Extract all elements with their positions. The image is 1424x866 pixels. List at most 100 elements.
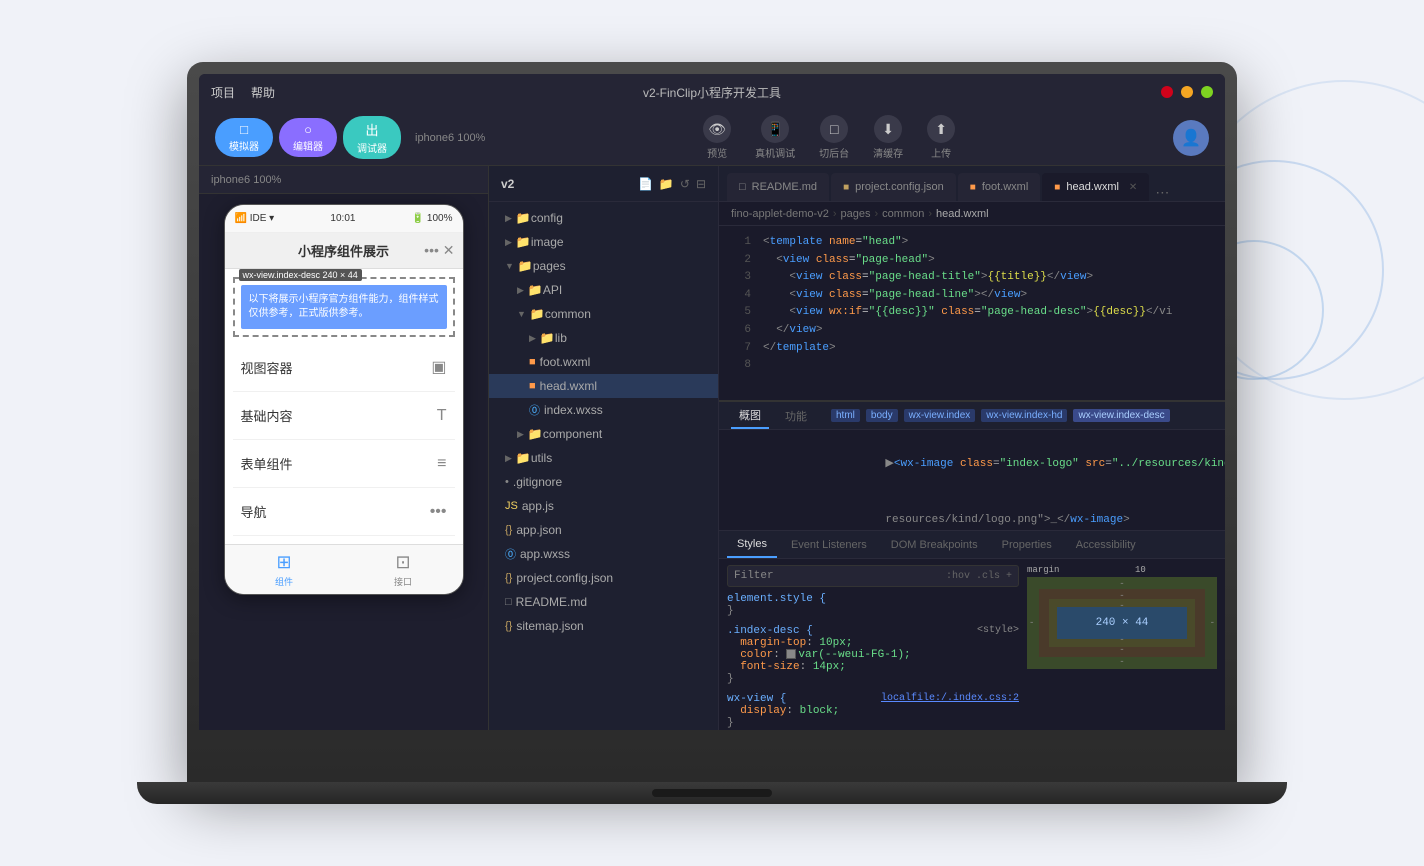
menu-item-1[interactable]: 基础内容 T bbox=[233, 392, 455, 440]
tree-item-gitignore[interactable]: • .gitignore bbox=[489, 470, 718, 494]
breadcrumb-sep-3: › bbox=[928, 208, 932, 220]
tab-more-icon[interactable]: ⋯ bbox=[1155, 184, 1169, 201]
bm-content-size: 240 × 44 bbox=[1096, 617, 1149, 629]
css-selector-wxview: wx-view { localfile:/.index.css:2 bbox=[727, 693, 1019, 705]
filetree-collapse-icon[interactable]: ⊟ bbox=[696, 177, 706, 191]
tree-item-lib[interactable]: ▶ 📁 lib bbox=[489, 326, 718, 350]
preview-panel: iphone6 100% 📶 IDE ▾ 10:01 🔋 100% 小程序组件展… bbox=[199, 166, 489, 730]
breadcrumb-current: head.wxml bbox=[936, 208, 989, 220]
background-label: 切后台 bbox=[819, 145, 849, 160]
tree-label-lib: lib bbox=[555, 331, 567, 345]
phone-frame: 📶 IDE ▾ 10:01 🔋 100% 小程序组件展示 ••• ✕ wx- bbox=[199, 194, 488, 730]
phone-statusbar: 📶 IDE ▾ 10:01 🔋 100% bbox=[225, 205, 463, 233]
tree-label-config: config bbox=[531, 211, 563, 225]
component-tag-label: wx-view.index-desc 240 × 44 bbox=[239, 269, 362, 281]
tree-label-head-wxml: head.wxml bbox=[540, 379, 597, 393]
menu-item-label-3: 导航 bbox=[241, 502, 267, 521]
upload-action[interactable]: ⬆ 上传 bbox=[927, 115, 955, 160]
device-debug-label: 真机调试 bbox=[755, 145, 795, 160]
editor-panel: □ README.md ■ project.config.json ■ foot… bbox=[719, 166, 1225, 730]
html-view[interactable]: ▶<wx-image class="index-logo" src="../re… bbox=[719, 430, 1225, 530]
tree-item-appjs[interactable]: JS app.js bbox=[489, 494, 718, 518]
filetree-new-folder-icon[interactable]: 📁 bbox=[659, 177, 674, 191]
filetree-new-file-icon[interactable]: 📄 bbox=[638, 177, 653, 191]
bottom-nav-components[interactable]: ⊞ 组件 bbox=[275, 552, 293, 588]
preview-action[interactable]: 👁 预览 bbox=[703, 115, 731, 160]
element-tag-wx-view-index[interactable]: wx-view.index bbox=[904, 409, 976, 422]
background-action[interactable]: □ 切后台 bbox=[819, 115, 849, 160]
win-max-btn[interactable] bbox=[1201, 86, 1213, 98]
filetree-content: ▶ 📁 config ▶ 📁 image ▼ bbox=[489, 202, 718, 730]
menu-item-0[interactable]: 视图容器 ▣ bbox=[233, 343, 455, 392]
tree-item-image[interactable]: ▶ 📁 image bbox=[489, 230, 718, 254]
tree-label-gitignore: .gitignore bbox=[513, 475, 562, 489]
simulator-btn[interactable]: □ 模拟器 bbox=[215, 118, 273, 157]
preview-header: iphone6 100% bbox=[199, 166, 488, 194]
menu-item-2[interactable]: 表单组件 ≡ bbox=[233, 440, 455, 488]
box-model-label: margin 10 bbox=[1027, 565, 1217, 575]
tab-dom-breakpoints[interactable]: DOM Breakpoints bbox=[881, 531, 988, 558]
phone-bottom-nav: ⊞ 组件 ⊡ 接口 bbox=[225, 544, 463, 594]
clear-cache-action[interactable]: ⬇ 清缓存 bbox=[873, 115, 903, 160]
tree-item-appjson[interactable]: {} app.json bbox=[489, 518, 718, 542]
tab-foot-wxml[interactable]: ■ foot.wxml bbox=[958, 173, 1041, 201]
tree-item-sitemap[interactable]: {} sitemap.json bbox=[489, 614, 718, 638]
tree-item-projectconfig[interactable]: {} project.config.json bbox=[489, 566, 718, 590]
device-debug-icon: 📱 bbox=[761, 115, 789, 143]
tree-item-component[interactable]: ▶ 📁 component bbox=[489, 422, 718, 446]
tree-arrow-config: ▶ bbox=[505, 213, 512, 224]
debugger-btn[interactable]: 出 调试器 bbox=[343, 116, 401, 159]
file-icon-projectconfig: {} bbox=[505, 572, 512, 584]
tab-properties[interactable]: Properties bbox=[992, 531, 1062, 558]
win-close-btn[interactable] bbox=[1161, 86, 1173, 98]
filetree-refresh-icon[interactable]: ↺ bbox=[680, 177, 690, 191]
win-min-btn[interactable] bbox=[1181, 86, 1193, 98]
status-left: 📶 IDE ▾ bbox=[235, 213, 275, 224]
tree-item-index-wxss[interactable]: ⓪ index.wxss bbox=[489, 398, 718, 422]
tree-item-api[interactable]: ▶ 📁 API bbox=[489, 278, 718, 302]
tab-accessibility[interactable]: Accessibility bbox=[1066, 531, 1146, 558]
element-tag-wx-view-desc[interactable]: wx-view.index-desc bbox=[1073, 409, 1169, 422]
element-tag-wx-view-hd[interactable]: wx-view.index-hd bbox=[981, 409, 1067, 422]
element-tag-html[interactable]: html bbox=[831, 409, 860, 422]
menu-help[interactable]: 帮助 bbox=[251, 84, 275, 101]
menu-item-3[interactable]: 导航 ••• bbox=[233, 488, 455, 536]
code-line-7: </template> bbox=[763, 340, 1217, 358]
tree-item-readme[interactable]: □ README.md bbox=[489, 590, 718, 614]
devtools-tab-sources[interactable]: 功能 bbox=[777, 402, 815, 429]
tab-readme[interactable]: □ README.md bbox=[727, 173, 829, 201]
folder-icon-api: 📁 bbox=[528, 283, 543, 297]
tab-label-head: head.wxml bbox=[1066, 181, 1119, 193]
tree-item-head-wxml[interactable]: ■ head.wxml bbox=[489, 374, 718, 398]
menu-project[interactable]: 项目 bbox=[211, 84, 235, 101]
devtools-tab-elements[interactable]: 概图 bbox=[731, 402, 769, 429]
user-avatar[interactable]: 👤 bbox=[1173, 120, 1209, 156]
tree-item-pages[interactable]: ▼ 📁 pages bbox=[489, 254, 718, 278]
editor-btn[interactable]: ○ 编辑器 bbox=[279, 118, 337, 157]
tab-event-listeners[interactable]: Event Listeners bbox=[781, 531, 877, 558]
tree-item-common[interactable]: ▼ 📁 common bbox=[489, 302, 718, 326]
tree-item-utils[interactable]: ▶ 📁 utils bbox=[489, 446, 718, 470]
tree-label-image: image bbox=[531, 235, 564, 249]
tab-close-icon[interactable]: ✕ bbox=[1129, 182, 1137, 193]
tree-item-foot-wxml[interactable]: ■ foot.wxml bbox=[489, 350, 718, 374]
tree-arrow-image: ▶ bbox=[505, 237, 512, 248]
tab-projectconfig[interactable]: ■ project.config.json bbox=[831, 173, 956, 201]
tree-arrow-component: ▶ bbox=[517, 429, 524, 440]
main-content: iphone6 100% 📶 IDE ▾ 10:01 🔋 100% 小程序组件展… bbox=[199, 166, 1225, 730]
tree-item-appwxss[interactable]: ⓪ app.wxss bbox=[489, 542, 718, 566]
device-debug-action[interactable]: 📱 真机调试 bbox=[755, 115, 795, 160]
tree-label-component: component bbox=[543, 427, 602, 441]
tab-head-wxml[interactable]: ■ head.wxml ✕ bbox=[1042, 173, 1149, 201]
editor-breadcrumb: fino-applet-demo-v2 › pages › common › h… bbox=[719, 202, 1225, 226]
filetree-root-label: v2 bbox=[501, 177, 514, 191]
tree-item-config[interactable]: ▶ 📁 config bbox=[489, 206, 718, 230]
code-content[interactable]: <template name="head"> <view class="page… bbox=[755, 226, 1225, 400]
bottom-nav-api[interactable]: ⊡ 接口 bbox=[394, 552, 412, 588]
folder-icon-common: 📁 bbox=[530, 307, 545, 321]
element-tag-body[interactable]: body bbox=[866, 409, 898, 422]
panels-tabs: Styles Event Listeners DOM Breakpoints P… bbox=[719, 531, 1225, 559]
tab-styles[interactable]: Styles bbox=[727, 531, 777, 558]
editor-main: 1 2 3 4 5 6 7 8 <template name="head"> bbox=[719, 226, 1225, 730]
menu-item-label-0: 视图容器 bbox=[241, 358, 293, 377]
